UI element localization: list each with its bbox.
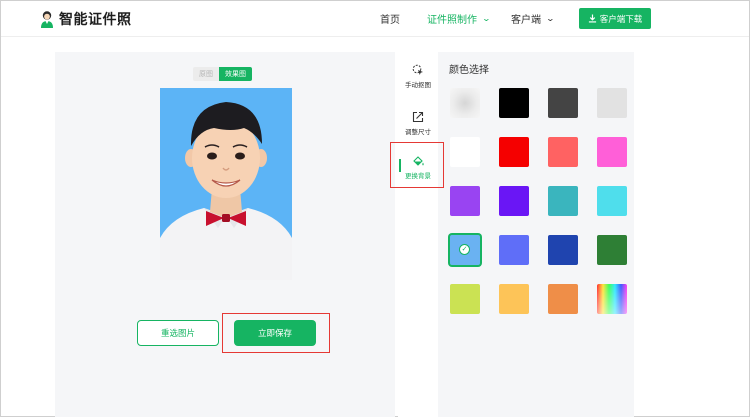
color-swatch-custom-gradient[interactable] — [597, 284, 627, 314]
color-swatch-cyan[interactable] — [597, 186, 627, 216]
nav-id-photo[interactable]: 证件照制作 ⌄ — [427, 11, 492, 26]
nav-home-label: 首页 — [380, 15, 400, 26]
id-photo-preview — [160, 88, 292, 280]
color-swatch-dark-green[interactable] — [597, 235, 627, 265]
color-swatch-salmon[interactable] — [548, 137, 578, 167]
color-swatch-pink[interactable] — [597, 137, 627, 167]
client-download-label: 客户端下载 — [599, 14, 643, 25]
nav-client-label: 客户端 — [511, 15, 541, 26]
color-picker-title: 颜色选择 — [449, 65, 489, 76]
nav-home[interactable]: 首页 — [380, 11, 400, 26]
tool-resize-label: 调整尺寸 — [405, 128, 431, 136]
color-swatch-black[interactable] — [499, 88, 529, 118]
view-toggle: 原图 效果图 — [193, 67, 252, 81]
original-tab[interactable]: 原图 — [193, 67, 219, 81]
logo-text: 智能证件照 — [59, 12, 132, 28]
logo-icon — [41, 11, 53, 28]
color-swatch-transparent[interactable] — [450, 88, 480, 118]
color-swatch-purple[interactable] — [450, 186, 480, 216]
result-tab[interactable]: 效果图 — [219, 67, 252, 81]
chevron-down-icon: ⌄ — [545, 14, 556, 23]
color-swatch-white[interactable] — [450, 137, 480, 167]
color-swatch-royal-blue[interactable] — [548, 235, 578, 265]
color-swatch-orange[interactable] — [548, 284, 578, 314]
highlight-box — [390, 142, 444, 188]
nav-id-photo-label: 证件照制作 — [427, 15, 477, 26]
check-icon: ✓ — [459, 244, 470, 255]
resize-arrow-icon — [412, 111, 424, 123]
portrait-image — [160, 88, 292, 280]
color-swatch-dark-gray[interactable] — [548, 88, 578, 118]
color-swatch-light-gray[interactable] — [597, 88, 627, 118]
nav-client[interactable]: 客户端 ⌄ — [511, 11, 556, 26]
color-swatch-periwinkle[interactable] — [499, 235, 529, 265]
reselect-image-button[interactable]: 重选图片 — [137, 320, 219, 346]
color-swatch-sky-blue[interactable]: ✓ — [450, 235, 480, 265]
download-icon — [588, 14, 596, 23]
client-download-button[interactable]: 客户端下载 — [579, 8, 651, 29]
color-swatch-lime[interactable] — [450, 284, 480, 314]
tool-panel — [398, 52, 438, 417]
highlight-box — [222, 313, 330, 353]
tool-manual-cutout-label: 手动抠图 — [405, 81, 431, 89]
reselect-image-label: 重选图片 — [160, 329, 195, 339]
logo[interactable]: 智能证件照 — [40, 9, 132, 29]
chevron-down-icon: ⌄ — [481, 14, 492, 23]
cursor-target-icon — [412, 64, 423, 75]
color-swatch-red[interactable] — [499, 137, 529, 167]
color-swatch-violet[interactable] — [499, 186, 529, 216]
tool-resize[interactable]: 调整尺寸 — [399, 111, 437, 136]
tool-manual-cutout[interactable]: 手动抠图 — [399, 64, 437, 89]
color-swatch-teal[interactable] — [548, 186, 578, 216]
color-swatch-yellow[interactable] — [499, 284, 529, 314]
